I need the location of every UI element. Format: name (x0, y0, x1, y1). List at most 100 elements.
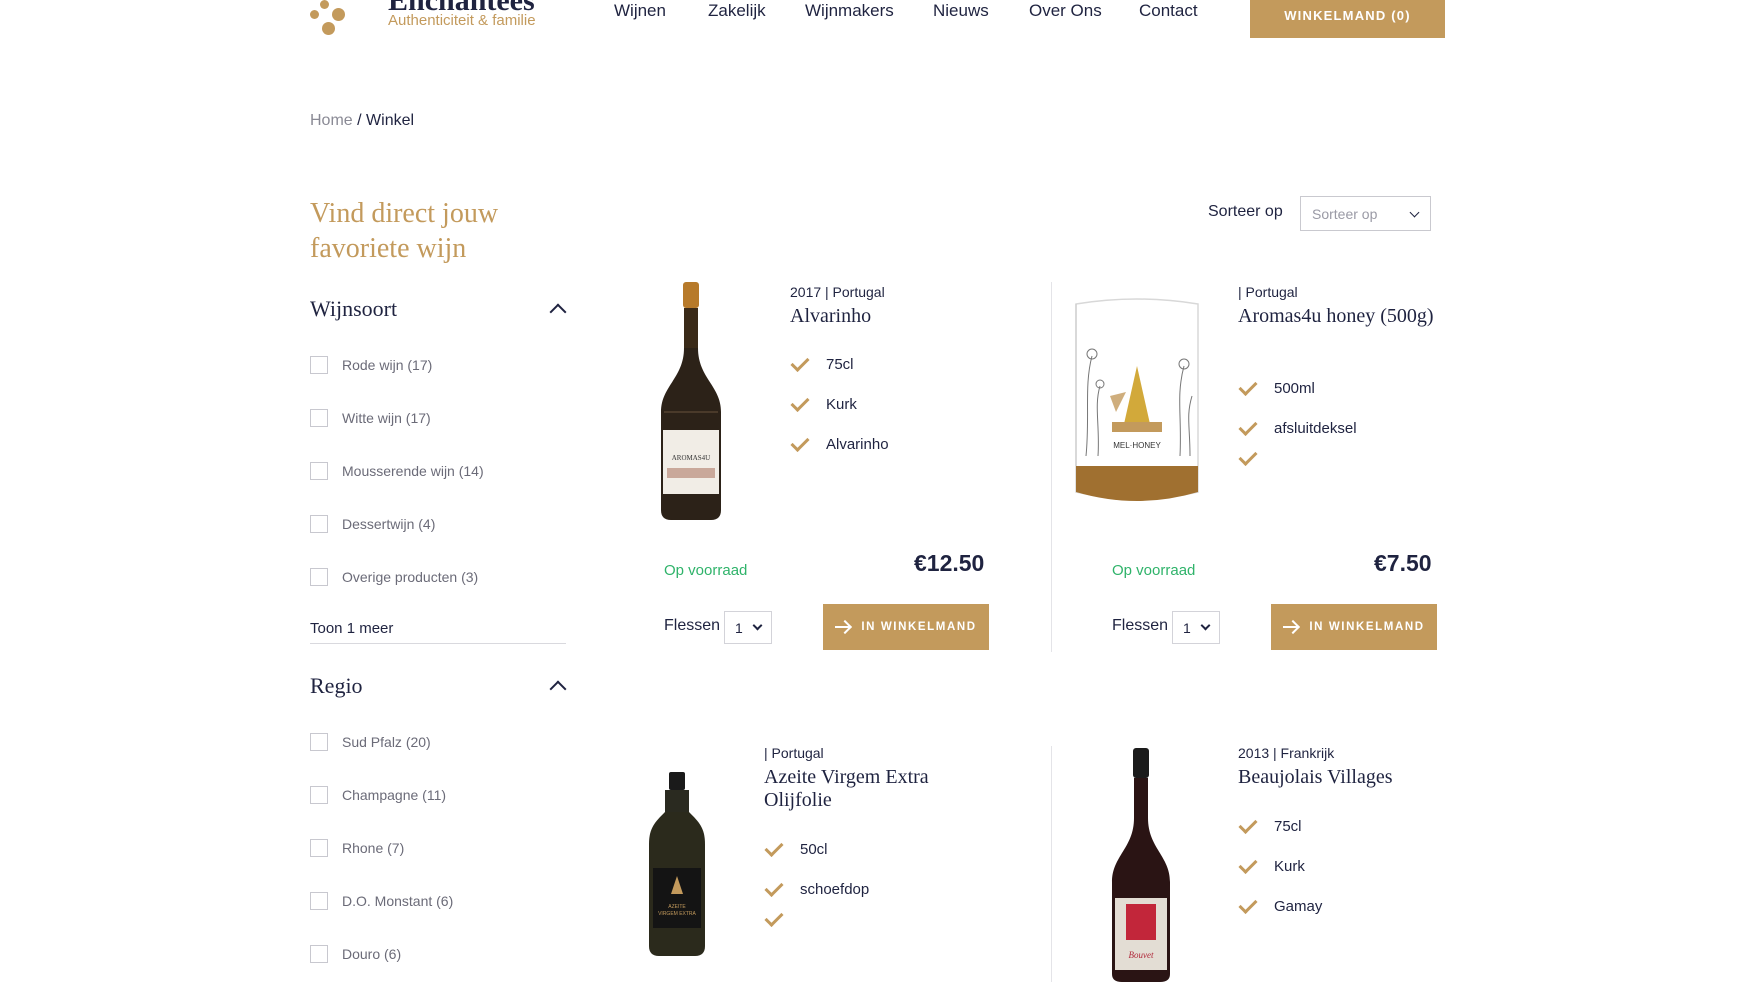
quantity-select[interactable]: 1 (724, 611, 772, 644)
filter-label: Rhone (7) (342, 840, 405, 856)
chevron-down-icon (1200, 620, 1211, 631)
chevron-down-icon (1409, 207, 1420, 218)
product-divider (1051, 746, 1052, 982)
grape-logo-icon (310, 0, 360, 40)
filter-do-monstant[interactable]: D.O. Monstant (6) (310, 892, 453, 910)
facet-wijnsoort-toggle[interactable]: Wijnsoort (310, 296, 567, 322)
filter-label: Overige producten (3) (342, 569, 479, 585)
check-icon (1238, 816, 1258, 836)
checkbox[interactable] (310, 515, 328, 533)
product-feature: 75cl (790, 354, 854, 374)
product-price: €7.50 (1374, 550, 1432, 576)
nav-wijnen[interactable]: Wijnen (614, 1, 666, 21)
svg-text:VIRGEM EXTRA: VIRGEM EXTRA (658, 911, 696, 917)
breadcrumb-home[interactable]: Home (310, 112, 353, 129)
filter-label: D.O. Monstant (6) (342, 893, 454, 909)
sort-select[interactable]: Sorteer op (1300, 196, 1431, 231)
check-icon (790, 394, 810, 414)
filter-label: Douro (6) (342, 946, 402, 962)
product-name[interactable]: Beaujolais Villages (1238, 766, 1393, 789)
wine-bottle-image[interactable]: Bouvet (1108, 748, 1174, 982)
svg-text:AROMAS4U: AROMAS4U (672, 454, 711, 462)
facet-wijnsoort-title: Wijnsoort (310, 296, 398, 321)
check-icon (764, 879, 784, 899)
filter-label: Witte wijn (17) (342, 410, 431, 426)
check-icon (764, 909, 784, 929)
checkbox[interactable] (310, 409, 328, 427)
filter-overige-producten[interactable]: Overige producten (3) (310, 568, 478, 586)
checkbox[interactable] (310, 945, 328, 963)
olive-oil-bottle-image[interactable]: AZEITE VIRGEM EXTRA (645, 772, 709, 956)
product-feature: Kurk (790, 394, 857, 414)
product-feature: afsluitdeksel (1238, 418, 1357, 438)
nav-zakelijk[interactable]: Zakelijk (708, 1, 766, 21)
stock-status: Op voorraad (1112, 562, 1196, 579)
nav-wijnmakers[interactable]: Wijnmakers (805, 1, 894, 21)
checkbox[interactable] (310, 356, 328, 374)
product-feature: 50cl (764, 839, 828, 859)
check-icon (1238, 378, 1258, 398)
filter-rhone[interactable]: Rhone (7) (310, 839, 404, 857)
nav-contact[interactable]: Contact (1139, 1, 1198, 21)
breadcrumb-separator: / (357, 112, 362, 129)
chevron-up-icon (549, 680, 567, 698)
checkbox[interactable] (310, 839, 328, 857)
cart-button[interactable]: WINKELMAND (0) (1250, 0, 1445, 38)
product-meta: 2017 | Portugal (790, 284, 885, 300)
quantity-select[interactable]: 1 (1172, 611, 1220, 644)
product-name[interactable]: Alvarinho (790, 305, 871, 328)
show-more-link[interactable]: Toon 1 meer (310, 620, 566, 644)
nav-nieuws[interactable]: Nieuws (933, 1, 989, 21)
honey-jar-image[interactable]: MEL·HONEY (1070, 296, 1204, 510)
filter-label: Champagne (11) (342, 787, 447, 803)
arrow-right-icon (835, 621, 851, 633)
filter-champagne[interactable]: Champagne (11) (310, 786, 446, 804)
check-icon (764, 839, 784, 859)
add-to-cart-button[interactable]: IN WINKELMAND (823, 604, 989, 650)
filter-douro[interactable]: Douro (6) (310, 945, 401, 963)
filter-dessertwijn[interactable]: Dessertwijn (4) (310, 515, 435, 533)
product-price: €12.50 (914, 550, 985, 576)
product-meta: | Portugal (1238, 284, 1298, 300)
svg-text:AZEITE: AZEITE (668, 904, 686, 910)
filter-witte-wijn[interactable]: Witte wijn (17) (310, 409, 431, 427)
facet-regio-title: Regio (310, 673, 363, 698)
svg-text:MEL·HONEY: MEL·HONEY (1113, 441, 1161, 450)
logo[interactable]: Enchantées Authenticiteit & familie (310, 0, 570, 36)
filter-label: Rode wijn (17) (342, 357, 433, 373)
facet-regio-toggle[interactable]: Regio (310, 673, 567, 699)
breadcrumb-current: Winkel (366, 112, 415, 129)
sidebar-title: Vind direct jouw favoriete wijn (310, 198, 499, 264)
product-name[interactable]: Aromas4u honey (500g) (1238, 305, 1438, 328)
sort-label: Sorteer op (1208, 203, 1283, 220)
add-to-cart-button[interactable]: IN WINKELMAND (1271, 604, 1437, 650)
checkbox[interactable] (310, 733, 328, 751)
product-meta: 2013 | Frankrijk (1238, 745, 1335, 761)
filter-rode-wijn[interactable]: Rode wijn (17) (310, 356, 432, 374)
filter-label: Dessertwijn (4) (342, 516, 436, 532)
checkbox[interactable] (310, 786, 328, 804)
quantity-label: Flessen (1112, 617, 1169, 634)
wine-bottle-image[interactable]: AROMAS4U (655, 282, 727, 522)
check-icon (1238, 418, 1258, 438)
product-meta: | Portugal (764, 745, 824, 761)
product-feature: 75cl (1238, 816, 1302, 836)
product-feature (1238, 448, 1274, 468)
sort-select-value: Sorteer op (1312, 205, 1378, 222)
product-feature (764, 909, 800, 929)
check-icon (1238, 448, 1258, 468)
nav-over-ons[interactable]: Over Ons (1029, 1, 1102, 21)
filter-label: Sud Pfalz (20) (342, 734, 431, 750)
checkbox[interactable] (310, 568, 328, 586)
check-icon (1238, 856, 1258, 876)
checkbox[interactable] (310, 892, 328, 910)
product-feature: schoefdop (764, 879, 869, 899)
product-feature: Kurk (1238, 856, 1305, 876)
product-name[interactable]: Azeite Virgem Extra Olijfolie (764, 766, 974, 812)
filter-mousserende-wijn[interactable]: Mousserende wijn (14) (310, 462, 484, 480)
product-divider (1051, 282, 1052, 652)
filter-sud-pfalz[interactable]: Sud Pfalz (20) (310, 733, 431, 751)
product-feature: Alvarinho (790, 434, 889, 454)
check-icon (1238, 896, 1258, 916)
checkbox[interactable] (310, 462, 328, 480)
